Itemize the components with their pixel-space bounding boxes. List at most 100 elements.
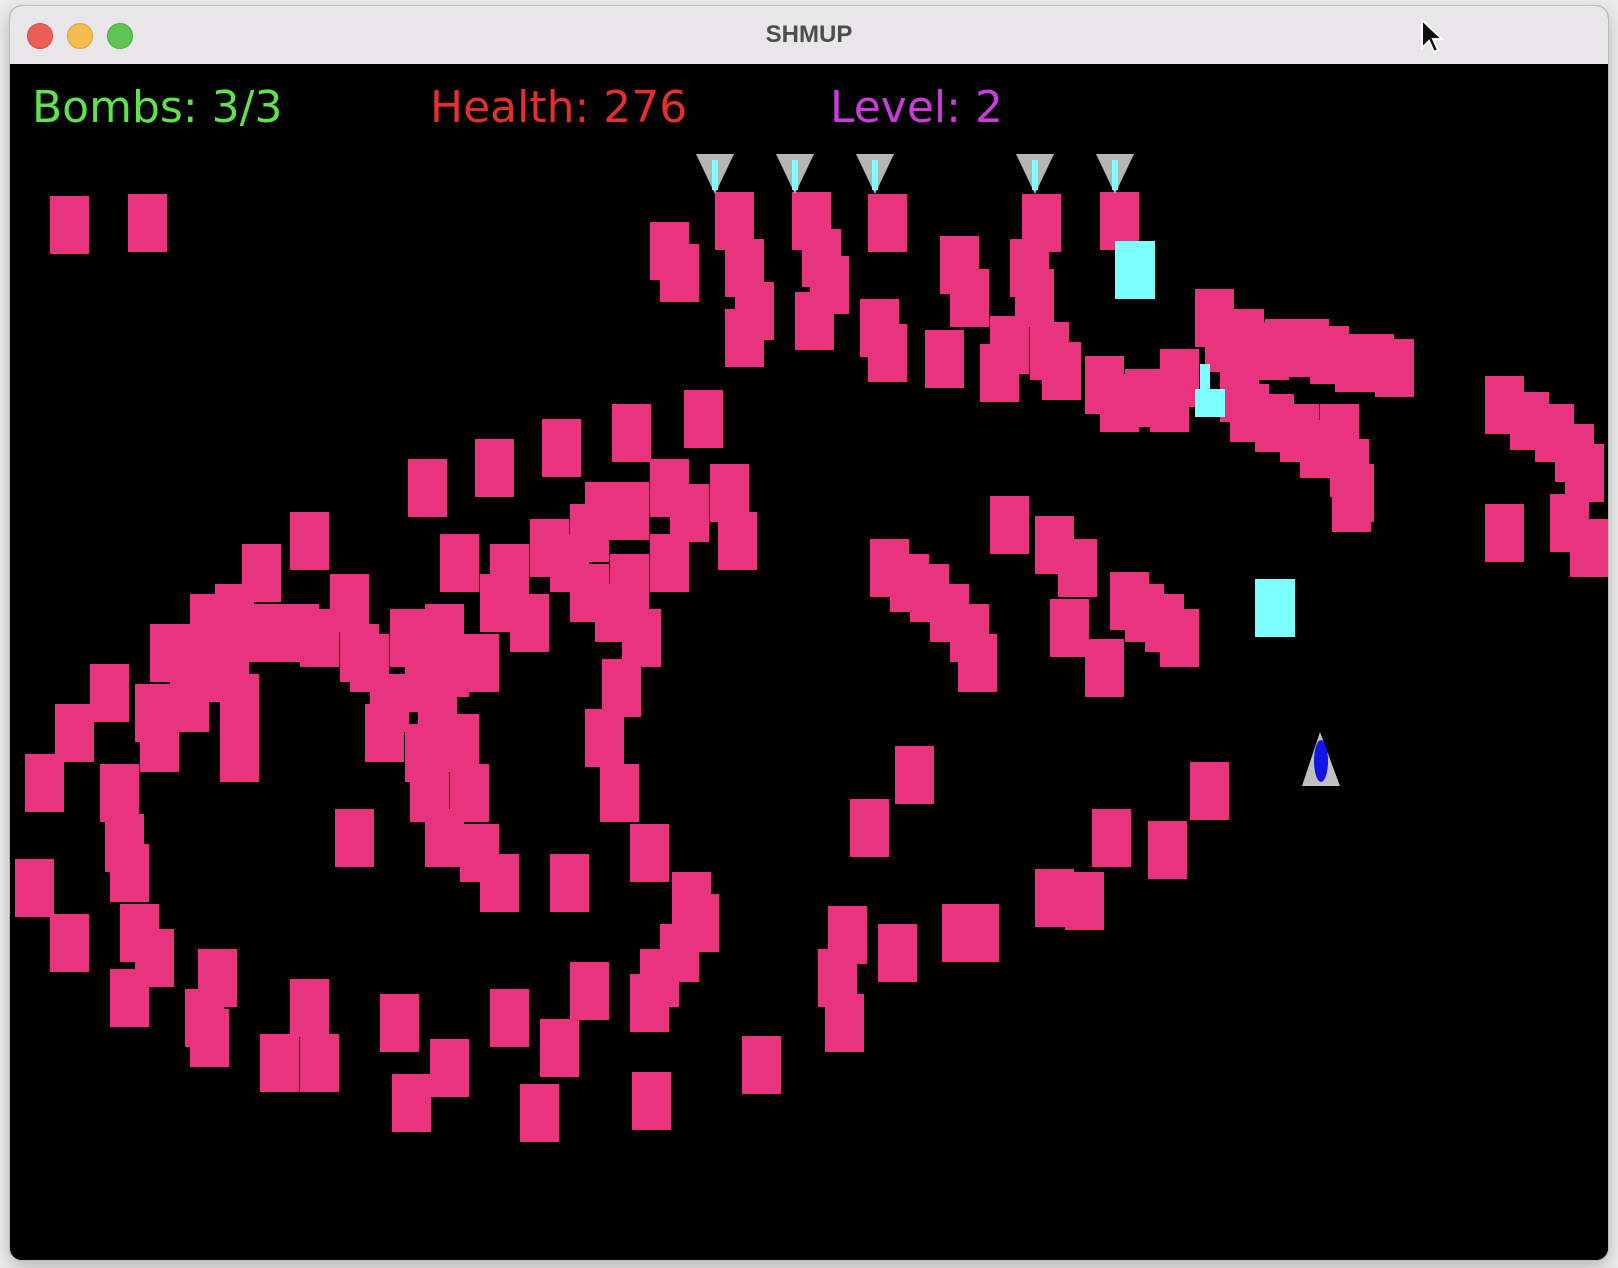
enemy-block (868, 194, 907, 252)
enemy-block (1160, 349, 1199, 407)
enemy-block (1375, 339, 1414, 397)
enemy-block (1065, 872, 1104, 930)
enemy-block (612, 404, 651, 462)
game-window: SHMUP Bombs: 3/3 Health: 276 Level: 2 (10, 6, 1608, 1260)
enemy-block (128, 194, 167, 252)
enemy-block (660, 244, 699, 302)
enemy-block (1050, 599, 1089, 657)
enemy-block (365, 704, 404, 762)
enemy-block (380, 994, 419, 1052)
enemy-block (1570, 519, 1608, 577)
enemy-block (825, 994, 864, 1052)
enemy-block (950, 269, 989, 327)
enemy-block (440, 534, 479, 592)
enemy-block (340, 624, 379, 682)
enemy-block (430, 1039, 469, 1097)
enemy-block (290, 512, 329, 570)
enemy-block (795, 292, 834, 350)
enemy-block (570, 504, 609, 562)
enemy-block (290, 979, 329, 1037)
enemy-block (958, 634, 997, 692)
game-canvas[interactable]: Bombs: 3/3 Health: 276 Level: 2 (10, 64, 1608, 1260)
enemy-block (140, 714, 179, 772)
turret-laser (872, 160, 878, 190)
enemy-block (1042, 342, 1081, 400)
enemy-block (868, 324, 907, 382)
enemy-block (460, 824, 499, 882)
enemy-block (260, 1034, 299, 1092)
enemy-block (650, 534, 689, 592)
playfield (15, 154, 1608, 1142)
enemy-block (550, 854, 589, 912)
enemy-block (110, 844, 149, 902)
enemy-block (622, 609, 661, 667)
enemy-block (1085, 639, 1124, 697)
enemy-block (725, 309, 764, 367)
enemy-block (440, 714, 479, 772)
enemy-block (490, 989, 529, 1047)
enemy-block (50, 196, 89, 254)
enemy-block (602, 659, 641, 717)
enemy-block (850, 799, 889, 857)
enemy-block (480, 574, 519, 632)
enemy-block (90, 664, 129, 722)
enemy-block (150, 624, 189, 682)
enemy-block (190, 1009, 229, 1067)
enemy-block (742, 1036, 781, 1094)
enemy-block (570, 962, 609, 1020)
enemy-block (540, 1019, 579, 1077)
enemy-block (980, 344, 1019, 402)
enemy-block (895, 746, 934, 804)
enemy-block (960, 904, 999, 962)
cyan-pickup (1115, 241, 1155, 299)
enemy-block (530, 519, 569, 577)
cyan-pickup (1195, 389, 1225, 417)
health-counter: Health: 276 (430, 82, 688, 133)
enemy-block (1485, 504, 1524, 562)
enemy-block (392, 1074, 431, 1132)
enemy-block (1058, 539, 1097, 597)
enemy-block (684, 390, 723, 448)
enemy-block (670, 484, 709, 542)
cyan-pickup (1200, 364, 1210, 389)
enemy-block (878, 924, 917, 982)
enemy-block (1190, 762, 1229, 820)
enemy-block (335, 809, 374, 867)
enemy-block (600, 764, 639, 822)
level-indicator: Level: 2 (830, 82, 1003, 133)
enemy-block (925, 330, 964, 388)
enemy-block (55, 704, 94, 762)
turret-laser (792, 160, 798, 190)
enemy-block (408, 459, 447, 517)
enemy-block (220, 724, 259, 782)
enemy-block (450, 764, 489, 822)
enemy-block (110, 969, 149, 1027)
enemy-block (1160, 609, 1199, 667)
enemy-block (300, 1034, 339, 1092)
enemy-block (1332, 474, 1371, 532)
enemy-block (210, 639, 249, 697)
enemy-block (610, 482, 649, 540)
cyan-pickup (1255, 579, 1295, 637)
enemy-block (542, 419, 581, 477)
bombs-counter: Bombs: 3/3 (32, 82, 283, 133)
enemy-block (718, 512, 757, 570)
enemy-block (630, 824, 669, 882)
player-ship-core (1314, 740, 1328, 782)
enemy-block (300, 609, 339, 667)
enemy-block (585, 709, 624, 767)
enemy-block (630, 974, 669, 1032)
enemy-block (100, 764, 139, 822)
turret-laser (1032, 160, 1038, 190)
enemy-block (50, 914, 89, 972)
enemy-block (632, 1072, 671, 1130)
enemy-block (1565, 444, 1604, 502)
mouse-cursor-icon (1420, 17, 1445, 59)
enemy-block (1092, 809, 1131, 867)
title-bar[interactable]: SHMUP (10, 6, 1608, 65)
window-title: SHMUP (765, 21, 853, 48)
enemy-block (475, 439, 514, 497)
enemy-block (520, 1084, 559, 1142)
turret-laser (1112, 160, 1118, 190)
enemy-block (990, 496, 1029, 554)
